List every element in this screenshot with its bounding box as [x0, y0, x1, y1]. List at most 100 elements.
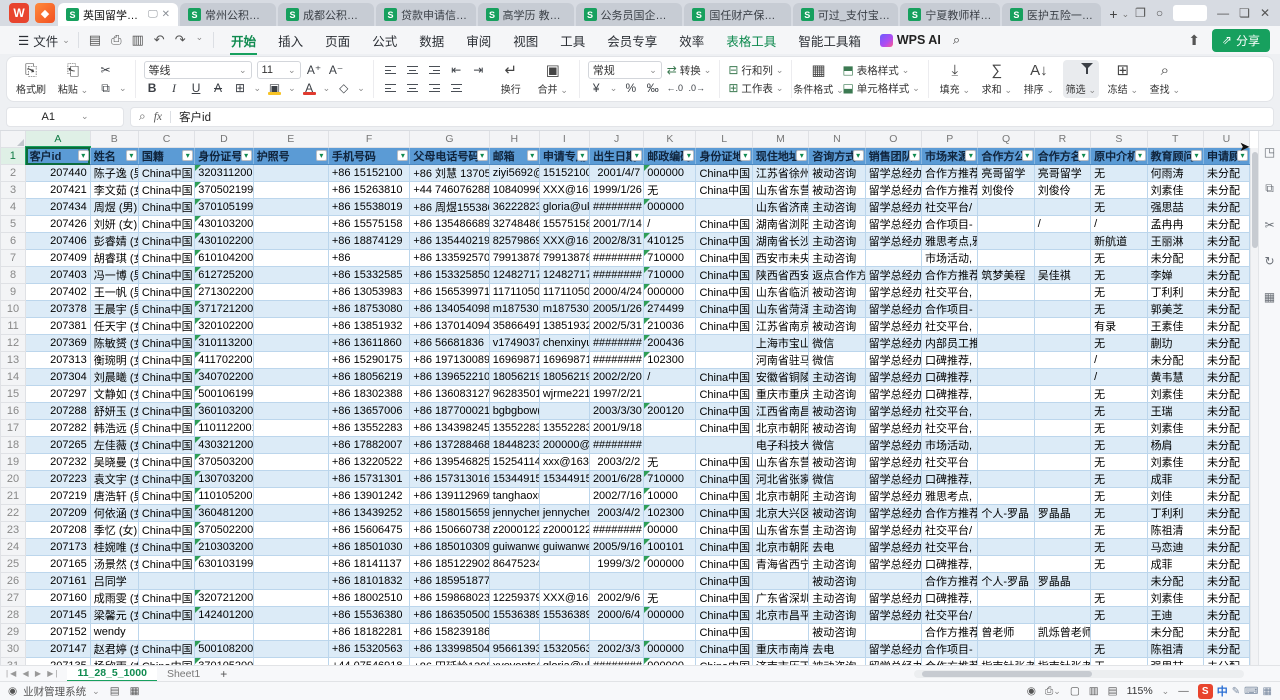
cell[interactable]: 153205639 [539, 641, 589, 658]
cell[interactable]: 未分配 [1203, 199, 1249, 216]
cell[interactable] [644, 386, 696, 403]
column-header-I[interactable]: I [539, 131, 589, 147]
cell[interactable]: 北京市朝阳 [752, 420, 808, 437]
cell[interactable]: China中国 [138, 216, 194, 233]
cell[interactable]: 864752343 [489, 556, 539, 573]
select-all-corner[interactable] [1, 131, 26, 147]
share-button[interactable]: ⇗ 分享 [1212, 29, 1270, 52]
cell[interactable]: 710000 [644, 471, 696, 488]
cell[interactable] [253, 420, 328, 437]
cell[interactable] [978, 488, 1034, 505]
row-number-3[interactable]: 3 [1, 182, 26, 199]
cell[interactable] [195, 573, 253, 590]
filter-dropdown-icon[interactable]: ▾ [78, 150, 89, 161]
cell[interactable]: 32010220020531242X [195, 318, 253, 335]
wps-logo-icon[interactable]: W [9, 3, 29, 23]
cell[interactable]: 310113200211152925 [195, 335, 253, 352]
cell[interactable]: 口碑推荐, [922, 590, 978, 607]
cell[interactable]: +86 15575158 [328, 216, 409, 233]
cell[interactable]: 2001/9/18 [589, 420, 643, 437]
cell[interactable]: 100101 [644, 539, 696, 556]
cell[interactable]: +86 1598680231 [410, 590, 489, 607]
cell[interactable]: 207135 [26, 658, 91, 666]
cut-icon[interactable]: ✂ [97, 62, 114, 78]
cell[interactable]: 衡琬明 (女 [90, 352, 138, 369]
cell[interactable] [253, 267, 328, 284]
cell[interactable]: 207369 [26, 335, 91, 352]
copy-icon[interactable]: ⧉ [97, 80, 114, 96]
cell[interactable]: wendy [90, 624, 138, 641]
cell[interactable]: / [1091, 216, 1147, 233]
filter-dropdown-icon[interactable]: ▾ [577, 150, 588, 161]
cell[interactable]: z20001227 [489, 522, 539, 539]
cell[interactable]: 未分配 [1203, 182, 1249, 199]
cell[interactable] [539, 573, 589, 590]
cell[interactable] [978, 420, 1034, 437]
cell[interactable]: XXX@163. [539, 182, 589, 199]
cell[interactable]: China中国 [696, 233, 752, 250]
cell[interactable]: 207403 [26, 267, 91, 284]
cell[interactable]: 000000 [644, 199, 696, 216]
cell[interactable]: ziyi5692@ [489, 165, 539, 182]
cell[interactable]: China中国 [138, 386, 194, 403]
cell[interactable]: 135522836 [489, 420, 539, 437]
align-top-icon[interactable] [382, 62, 399, 78]
cell[interactable]: 北京市朝阳 [752, 488, 808, 505]
cell[interactable]: 无 [1091, 284, 1147, 301]
cell[interactable]: +86 1877000215 [410, 403, 489, 420]
cell[interactable]: 留学总经办 [865, 539, 921, 556]
cell[interactable]: 雅思考点,雅 [922, 233, 978, 250]
cell[interactable] [978, 199, 1034, 216]
upload-cloud-icon[interactable]: ⬆ [1188, 32, 1200, 49]
cell[interactable]: 138519326 [539, 318, 589, 335]
column-header-K[interactable]: K [644, 131, 696, 147]
column-header-P[interactable]: P [922, 131, 978, 147]
cell[interactable]: 留学总经办 [865, 641, 921, 658]
cell[interactable]: China中国 [696, 182, 752, 199]
column-header-N[interactable]: N [809, 131, 865, 147]
cell[interactable] [978, 556, 1034, 573]
cell[interactable]: 271302200004241013 [195, 284, 253, 301]
cell[interactable]: +86 1335925706 [410, 250, 489, 267]
cell[interactable]: China中国 [138, 267, 194, 284]
header-cell[interactable]: 身份证地▾ [696, 147, 752, 165]
cell[interactable]: 956613934 [489, 641, 539, 658]
cell[interactable] [978, 641, 1034, 658]
cell[interactable]: 207402 [26, 284, 91, 301]
row-number-22[interactable]: 22 [1, 505, 26, 522]
cell[interactable] [865, 624, 921, 641]
cell[interactable]: 370503200302020020 [195, 454, 253, 471]
cell[interactable]: 丁利利 [1147, 505, 1203, 522]
cell[interactable] [1034, 335, 1090, 352]
cell[interactable]: 未分配 [1147, 573, 1203, 590]
search-icon[interactable]: ⌕ [953, 32, 960, 48]
fill-color-button[interactable]: ▣ [266, 80, 283, 96]
cell[interactable]: 320311200104077915 [195, 165, 253, 182]
求和-button[interactable]: ∑求和 ⌄ [979, 60, 1015, 98]
cell[interactable]: +86 15320563 [328, 641, 409, 658]
cell[interactable]: 未分配 [1203, 641, 1249, 658]
cell[interactable]: 胡睿琪 (女 [90, 250, 138, 267]
cell[interactable] [1034, 250, 1090, 267]
underline-button[interactable]: U [188, 80, 205, 96]
cell[interactable]: 未分配 [1203, 471, 1249, 488]
row-number-21[interactable]: 21 [1, 488, 26, 505]
cell[interactable]: 无 [1091, 471, 1147, 488]
cell[interactable]: ######## [589, 437, 643, 454]
cell[interactable]: 102300 [644, 505, 696, 522]
cell[interactable]: 吴佳祺 [1034, 267, 1090, 284]
cell[interactable]: China中国 [696, 556, 752, 573]
font-color-button[interactable]: A [301, 80, 318, 96]
cell[interactable]: 赵君婷 (女 [90, 641, 138, 658]
cell[interactable]: 无 [1091, 522, 1147, 539]
cell[interactable]: 1999/1/26 [589, 182, 643, 199]
cell[interactable]: China中国 [138, 369, 194, 386]
cell[interactable]: 320721200209060081 [195, 590, 253, 607]
cell[interactable]: 未分配 [1203, 573, 1249, 590]
cell[interactable]: 000000 [644, 556, 696, 573]
cell[interactable]: 袁文宇 (女 [90, 471, 138, 488]
cell[interactable] [138, 624, 194, 641]
cell[interactable]: 季忆 (女) [90, 522, 138, 539]
cell[interactable]: +86 13439252 [328, 505, 409, 522]
filter-dropdown-icon[interactable]: ▾ [683, 150, 694, 161]
